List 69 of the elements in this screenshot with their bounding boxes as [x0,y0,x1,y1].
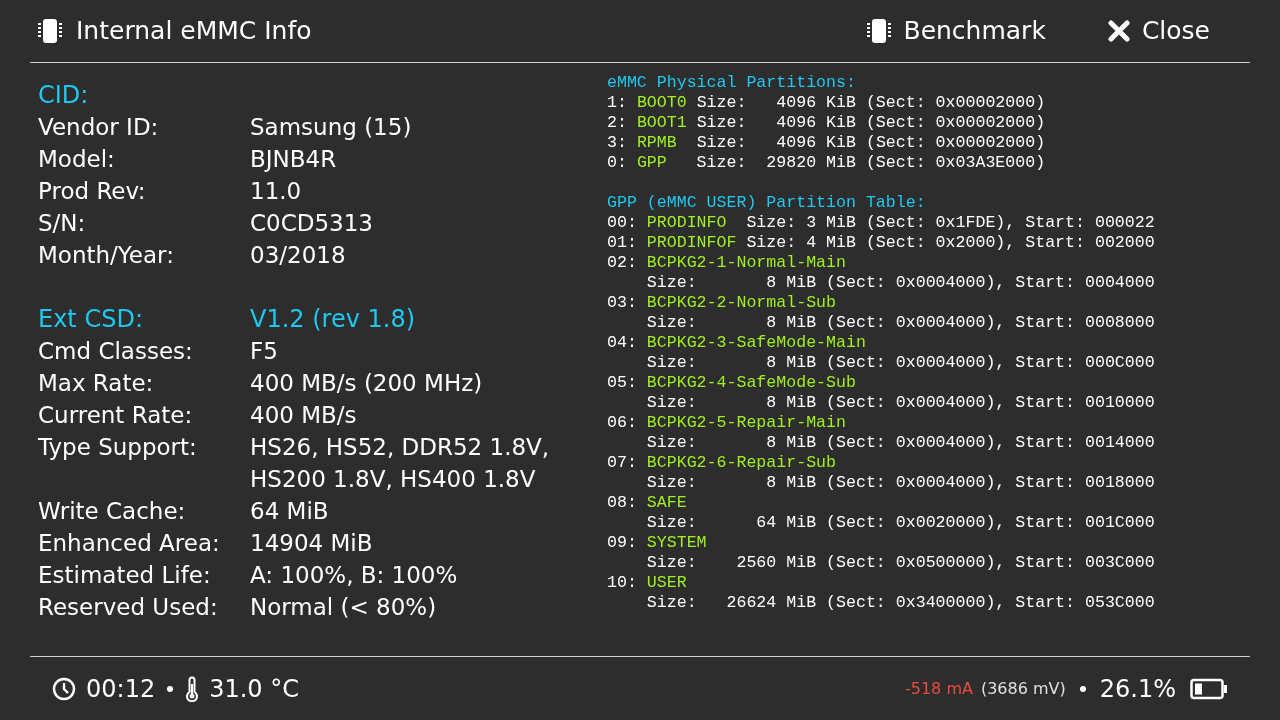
partition-line: 01: PRODINFOF Size: 4 MiB (Sect: 0x2000), Start: 002000 [607,233,1156,253]
close-button[interactable]: Close [1107,12,1210,50]
thermometer-icon [185,675,200,702]
partition-line: 07: BCPKG2-6-Repair-Sub [607,453,838,473]
temperature-text: 31.0 °C [209,673,299,705]
partition-line: 0: GPP Size: 29820 MiB (Sect: 0x03A3E000) [607,153,1047,173]
partition-size-line: Size: 2560 MiB (Sect: 0x0500000), Start: 003C000 [645,553,1156,573]
chip-icon [38,18,62,44]
field-value: 14904 MiB [250,529,374,558]
field-value: 64 MiB [250,497,330,526]
field-value: F5 [250,337,279,366]
partition-line: 10: USER [607,573,688,593]
field-label: Prod Rev: [38,177,147,206]
partition-size-line: Size: 8 MiB (Sect: 0x0004000), Start: 0010000 [645,393,1156,413]
partition-line: 04: BCPKG2-3-SafeMode-Main [607,333,867,353]
partition-size-line: Size: 64 MiB (Sect: 0x0020000), Start: 001C000 [645,513,1156,533]
window-title: Internal eMMC Info [76,15,312,48]
partition-size-line: Size: 8 MiB (Sect: 0x0004000), Start: 0004000 [645,273,1156,293]
partition-line: 2: BOOT1 Size: 4096 KiB (Sect: 0x00002000) [607,113,1047,133]
field-label: Month/Year: [38,241,175,270]
partition-line: 3: RPMB Size: 4096 KiB (Sect: 0x00002000) [607,133,1047,153]
field-label: Cmd Classes: [38,337,194,366]
field-label: Enhanced Area: [38,529,221,558]
field-label: Type Support: [38,433,198,462]
field-value: HS26, HS52, DDR52 1.8V, HS200 1.8V, HS400 1.8V [250,433,551,494]
field-value: 400 MB/s (200 MHz) [250,369,484,398]
field-value: C0CD5313 [250,209,374,238]
partition-line: 08: SAFE [607,493,688,513]
partition-line: 05: BCPKG2-4-SafeMode-Sub [607,373,857,393]
clock-icon [52,676,76,701]
current-text: -518 mA [905,677,973,700]
partition-line: 1: BOOT0 Size: 4096 KiB (Sect: 0x00002000) [607,93,1047,113]
partition-size-line: Size: 26624 MiB (Sect: 0x3400000), Start: 053C000 [645,593,1156,613]
benchmark-button[interactable]: Benchmark [867,12,1046,50]
section-heading: CID: [38,80,90,111]
section-heading: eMMC Physical Partitions: [607,73,857,93]
section-heading: Ext CSD: [38,304,144,335]
field-label: Model: [38,145,116,174]
field-value: BJNB4R [250,145,338,174]
partition-size-line: Size: 8 MiB (Sect: 0x0004000), Start: 000C000 [645,353,1156,373]
partition-size-line: Size: 8 MiB (Sect: 0x0004000), Start: 0008000 [645,313,1156,333]
field-label: Estimated Life: [38,561,212,590]
field-value: Normal (< 80%) [250,593,438,622]
partition-line: 09: SYSTEM [607,533,708,553]
field-value: 03/2018 [250,241,347,270]
partition-size-line: Size: 8 MiB (Sect: 0x0004000), Start: 0018000 [645,473,1156,493]
close-icon [1107,20,1130,42]
field-label: S/N: [38,209,87,238]
partition-line: 02: BCPKG2-1-Normal-Main [607,253,847,273]
partition-line: 03: BCPKG2-2-Normal-Sub [607,293,838,313]
field-label: Current Rate: [38,401,194,430]
battery-percent: 26.1% [1099,673,1176,705]
field-value: 400 MB/s [250,401,358,430]
field-label: Reserved Used: [38,593,219,622]
section-heading: GPP (eMMC USER) Partition Table: [607,193,927,213]
field-label: Vendor ID: [38,113,160,142]
partition-size-line: Size: 8 MiB (Sect: 0x0004000), Start: 0014000 [645,433,1156,453]
time-text: 00:12 [86,673,156,705]
voltage-text: (3686 mV) [980,677,1066,700]
version-value: V1.2 (rev 1.8) [250,304,417,335]
field-value: Samsung (15) [250,113,413,142]
field-value: A: 100%, B: 100% [250,561,459,590]
battery-icon [1190,677,1228,700]
chip-icon [867,18,892,44]
partition-line: 00: PRODINFO Size: 3 MiB (Sect: 0x1FDE), Start: 000022 [607,213,1156,233]
field-label: Write Cache: [38,497,187,526]
field-value: 11.0 [250,177,303,206]
field-label: Max Rate: [38,369,155,398]
partition-line: 06: BCPKG2-5-Repair-Main [607,413,847,433]
